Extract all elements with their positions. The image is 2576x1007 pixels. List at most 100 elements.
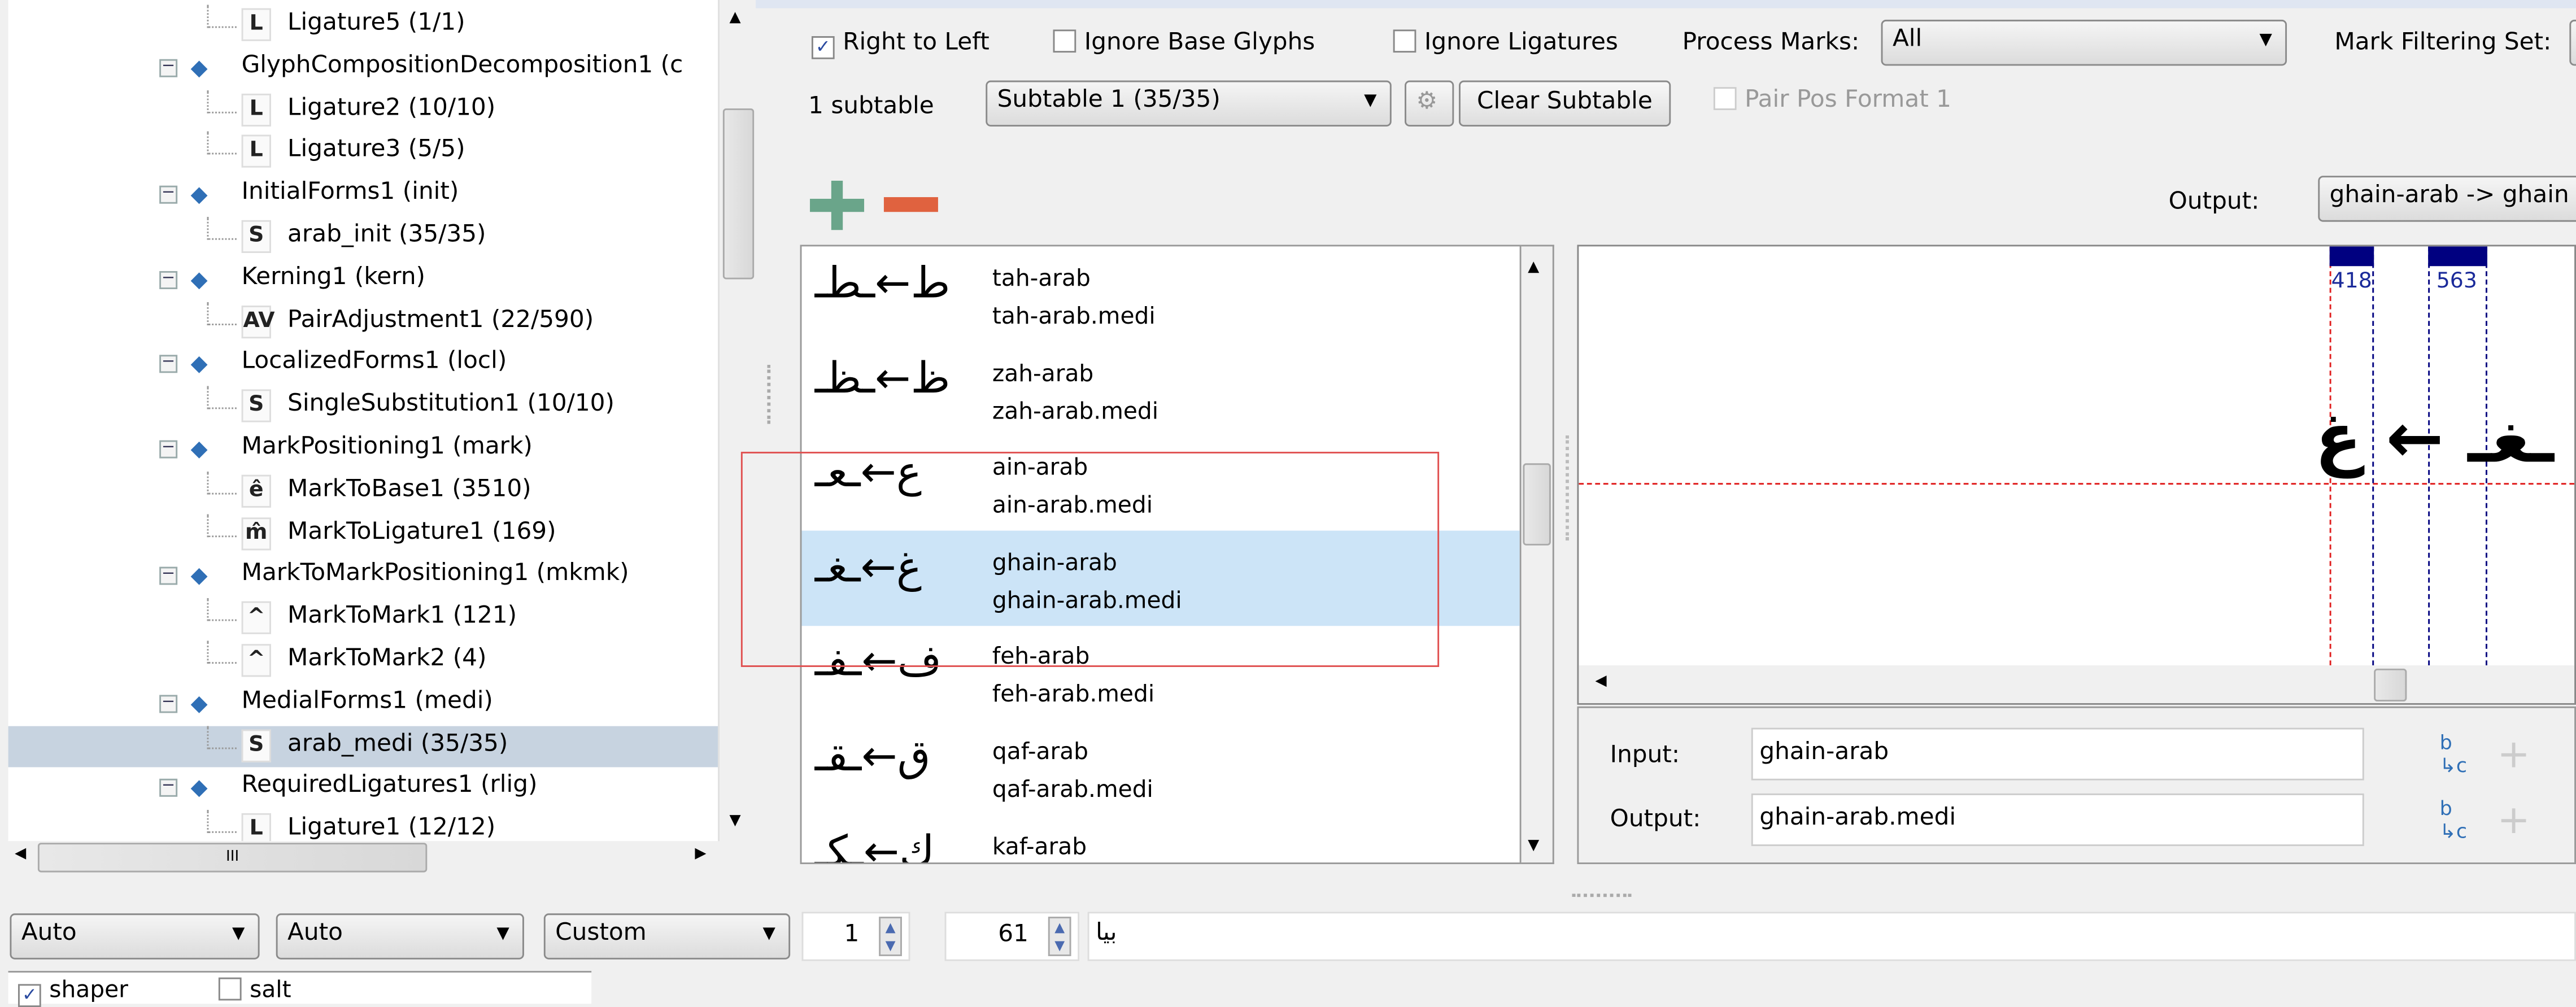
- substitution-row[interactable]: ك←ـكـ kaf-arab: [801, 814, 1519, 865]
- tree-item[interactable]: − ⬥ MedialForms1 (medi): [8, 683, 718, 724]
- tree-connector: [207, 810, 237, 834]
- collapse-icon[interactable]: −: [159, 355, 178, 374]
- substitution-row[interactable]: ظ←ـظـ zah-arab zah-arab.medi: [801, 341, 1519, 437]
- input-field[interactable]: ghain-arab: [1751, 727, 2364, 781]
- scroll-left-icon[interactable]: ◀: [1595, 674, 1606, 690]
- scroll-down-icon[interactable]: ▼: [730, 813, 741, 830]
- collapse-icon[interactable]: −: [159, 270, 178, 289]
- feature-salt-checkbox[interactable]: salt: [218, 977, 291, 1004]
- collapse-icon[interactable]: −: [159, 566, 178, 586]
- chevron-down-icon: ▼: [1364, 91, 1377, 110]
- right-to-left-checkbox[interactable]: ✓ Right to Left: [811, 29, 990, 59]
- splitter-handle[interactable]: [1572, 893, 1632, 897]
- substitution-row[interactable]: ط←ـطـ tah-arab tah-arab.medi: [801, 246, 1519, 342]
- tree-item[interactable]: ^ MarkToMark1 (121): [8, 598, 718, 639]
- add-glyph-icon[interactable]: +: [2497, 797, 2530, 843]
- chevron-down-icon: ▼: [2259, 31, 2272, 50]
- collapse-icon[interactable]: −: [159, 778, 178, 797]
- remove-button[interactable]: [883, 197, 938, 212]
- tree-connector: [207, 640, 237, 664]
- tree-item-label: MarkToLigature1 (169): [287, 518, 556, 545]
- tree-item[interactable]: − ⬥ MarkToMarkPositioning1 (mkmk): [8, 556, 718, 597]
- subtable-type-icon: L: [241, 813, 271, 842]
- glyph-picker-icon[interactable]: b ↳c: [2440, 731, 2467, 777]
- output-select[interactable]: ghain-arab -> ghain: [2318, 176, 2576, 222]
- list-vertical-scrollbar[interactable]: ▲ ▼: [1521, 245, 1554, 865]
- tree-item-label: Ligature3 (5/5): [287, 137, 465, 164]
- chevron-down-icon: ▼: [232, 925, 245, 943]
- tree-item[interactable]: L Ligature5 (1/1): [8, 5, 718, 46]
- sample-text-input[interactable]: بيا: [1087, 912, 2576, 961]
- lookup-icon: ⬥: [190, 688, 208, 718]
- splitter-handle[interactable]: [767, 364, 771, 424]
- script-select[interactable]: Auto ▼: [10, 913, 260, 960]
- tree-item[interactable]: − ⬥ Kerning1 (kern): [8, 259, 718, 300]
- subtable-type-icon: ^: [241, 644, 271, 677]
- tree-item[interactable]: L Ligature3 (5/5): [8, 132, 718, 173]
- ignore-ligatures-checkbox[interactable]: Ignore Ligatures: [1393, 29, 1618, 56]
- add-glyph-icon[interactable]: +: [2497, 731, 2530, 777]
- list-scroll-thumb[interactable]: [1523, 463, 1551, 546]
- add-button[interactable]: [810, 180, 865, 230]
- tree-item-label: GlyphCompositionDecomposition1 (c: [241, 52, 683, 79]
- tree-item[interactable]: ^ MarkToMark2 (4): [8, 640, 718, 682]
- substitution-row[interactable]: ق←ـقـ qaf-arab qaf-arab.medi: [801, 720, 1519, 815]
- glyph-picker-icon[interactable]: b ↳c: [2440, 797, 2467, 843]
- clear-subtable-button[interactable]: Clear Subtable: [1459, 80, 1671, 127]
- mark-filtering-select[interactable]: [2569, 19, 2576, 66]
- scroll-up-icon[interactable]: ▲: [1528, 260, 1539, 276]
- collapse-icon[interactable]: −: [159, 58, 178, 77]
- language-select[interactable]: Auto ▼: [276, 913, 524, 960]
- tree-item[interactable]: L Ligature2 (10/10): [8, 89, 718, 131]
- tree-item[interactable]: − ⬥ RequiredLigatures1 (rlig): [8, 768, 718, 809]
- tree-item[interactable]: S SingleSubstitution1 (10/10): [8, 386, 718, 428]
- subtable-settings-button[interactable]: ⚙: [1405, 80, 1454, 127]
- collapse-icon[interactable]: −: [159, 185, 178, 204]
- tree-connector: [207, 598, 237, 622]
- scroll-right-icon[interactable]: ▶: [695, 846, 706, 862]
- tree-item[interactable]: Sarab_medi (35/35): [8, 725, 718, 767]
- tree-item[interactable]: Sarab_init (35/35): [8, 216, 718, 258]
- scroll-left-icon[interactable]: ◀: [15, 846, 26, 862]
- mode-select[interactable]: Custom ▼: [543, 913, 791, 960]
- tree-item[interactable]: − ⬥ InitialForms1 (init): [8, 175, 718, 216]
- advance-bar: [2329, 246, 2374, 267]
- tree-item[interactable]: AV PairAdjustment1 (22/590): [8, 302, 718, 343]
- tree-item[interactable]: − ⬥ GlyphCompositionDecomposition1 (c: [8, 47, 718, 89]
- tree-scroll-thumb[interactable]: [722, 108, 755, 280]
- scroll-down-icon[interactable]: ▼: [1528, 838, 1539, 854]
- lookup-tree[interactable]: L Ligature5 (1/1) − ⬥ GlyphCompositionDecomp…: [8, 0, 718, 842]
- tree-item-label: MarkToMark1 (121): [287, 603, 517, 630]
- tree-vertical-scrollbar[interactable]: ▲ ▼: [718, 0, 756, 842]
- glyph-preview-canvas[interactable]: 418 563 ـغـ ← غ ◀: [1577, 245, 2576, 705]
- spin-arrows-icon[interactable]: ▲ ▼: [1048, 917, 1071, 956]
- subtable-value: Subtable 1 (35/35): [997, 87, 1221, 114]
- glyph-preview: ك←ـكـ: [814, 827, 935, 865]
- splitter-handle[interactable]: [1566, 435, 1569, 540]
- tree-item[interactable]: m̂ MarkToLigature1 (169): [8, 513, 718, 555]
- collapse-icon[interactable]: −: [159, 439, 178, 459]
- tree-horizontal-scrollbar[interactable]: ◀ III ▶: [8, 841, 718, 874]
- tree-item[interactable]: L Ligature1 (12/12): [8, 810, 718, 842]
- subtable-type-icon: ê: [241, 474, 271, 508]
- tree-item[interactable]: ê MarkToBase1 (3510): [8, 471, 718, 512]
- output-field[interactable]: ghain-arab.medi: [1751, 793, 2364, 847]
- size-spinbox[interactable]: 61 ▲ ▼: [944, 912, 1080, 961]
- preview-scroll-thumb[interactable]: [2374, 668, 2407, 702]
- gear-icon: ⚙: [1416, 89, 1438, 115]
- pair-pos-format-checkbox[interactable]: Pair Pos Format 1: [1713, 87, 1951, 114]
- ignore-base-glyphs-checkbox[interactable]: Ignore Base Glyphs: [1053, 29, 1315, 56]
- spin-arrows-icon[interactable]: ▲ ▼: [879, 917, 902, 956]
- start-spinbox[interactable]: 1 ▲ ▼: [801, 912, 910, 961]
- scroll-up-icon[interactable]: ▲: [730, 10, 741, 26]
- tree-hscroll-thumb[interactable]: III: [37, 843, 428, 873]
- tree-item[interactable]: − ⬥ LocalizedForms1 (locl): [8, 344, 718, 385]
- feature-shaper-checkbox[interactable]: ✓ shaper: [18, 978, 128, 1007]
- grip-label: III: [226, 849, 239, 866]
- subtable-select[interactable]: Subtable 1 (35/35) ▼: [986, 80, 1392, 127]
- feature-list[interactable]: ✓ shaper salt: [8, 971, 592, 1007]
- collapse-icon[interactable]: −: [159, 694, 178, 713]
- preview-horizontal-scrollbar[interactable]: ◀: [1579, 665, 2575, 703]
- process-marks-select[interactable]: All ▼: [1881, 19, 2287, 66]
- tree-item[interactable]: − ⬥ MarkPositioning1 (mark): [8, 429, 718, 470]
